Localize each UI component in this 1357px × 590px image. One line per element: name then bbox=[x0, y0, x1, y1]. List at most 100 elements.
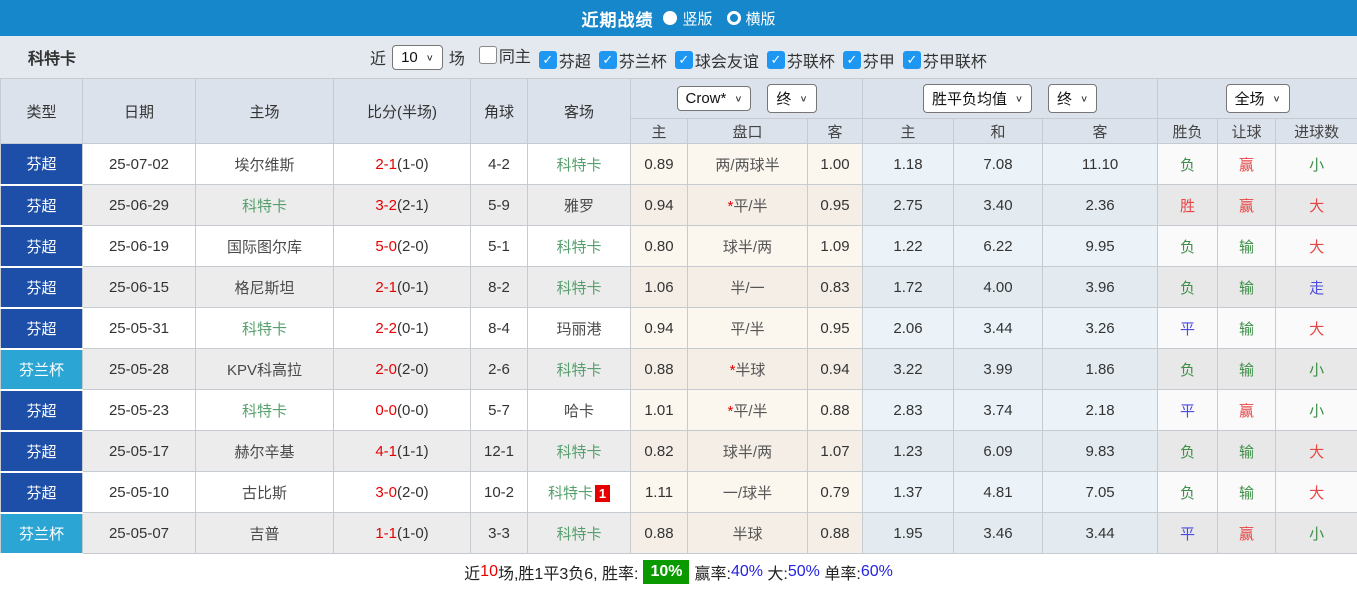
type-cell: 芬超 bbox=[1, 472, 83, 513]
win-rate-badge: 10% bbox=[643, 560, 689, 584]
subheader-avg-lose: 客 bbox=[1043, 119, 1158, 144]
home-team-name: 埃尔维斯 bbox=[234, 157, 294, 174]
wdl-avg-select[interactable]: 胜平负均值 ∨ bbox=[923, 84, 1032, 113]
checkbox-checked-icon[interactable]: ✓ bbox=[767, 51, 785, 69]
odds-home-cell: 0.82 bbox=[631, 431, 688, 472]
odds-state-select[interactable]: 终 ∨ bbox=[767, 84, 816, 113]
type-cell: 芬超 bbox=[1, 390, 83, 431]
league-checkbox-label: 芬超 bbox=[559, 48, 591, 72]
subheader-avg-win: 主 bbox=[863, 119, 954, 144]
result-handicap-text: 输 bbox=[1239, 444, 1254, 461]
odds-home-cell: 1.01 bbox=[631, 390, 688, 431]
rounds-select[interactable]: 10 ∨ bbox=[392, 45, 443, 70]
odds-away-cell: 0.88 bbox=[808, 390, 863, 431]
avg-lose-cell: 1.86 bbox=[1043, 349, 1158, 390]
top-title-bar: 近期战绩 竖版 横版 bbox=[0, 0, 1357, 36]
league-checkbox[interactable]: ✓球会友谊 bbox=[675, 48, 759, 72]
league-checkbox[interactable]: ✓芬甲联杯 bbox=[903, 48, 987, 72]
result-handicap-cell: 赢 bbox=[1218, 185, 1276, 226]
subheader-avg-draw: 和 bbox=[954, 119, 1043, 144]
handicap-cell: 球半/两 bbox=[688, 431, 808, 472]
avg-win-cell: 1.23 bbox=[863, 431, 954, 472]
radio-vertical-layout[interactable]: 竖版 bbox=[663, 8, 712, 29]
result-handicap-cell: 输 bbox=[1218, 349, 1276, 390]
avg-win-cell: 2.83 bbox=[863, 390, 954, 431]
scope-select-value: 全场 bbox=[1235, 88, 1265, 109]
away-team-cell: 哈卡 bbox=[528, 390, 631, 431]
checkbox-checked-icon[interactable]: ✓ bbox=[675, 51, 693, 69]
score-cell: 3-0(2-0) bbox=[334, 472, 471, 513]
results-table: 类型 日期 主场 比分(半场) 角球 客场 Crow* ∨ 终 ∨ bbox=[0, 78, 1357, 555]
result-goals-cell: 大 bbox=[1276, 431, 1357, 472]
league-checkbox[interactable]: ✓芬联杯 bbox=[767, 48, 835, 72]
fulltime-score: 2-2 bbox=[375, 320, 397, 337]
chevron-down-icon: ∨ bbox=[1273, 93, 1281, 103]
avg-draw-cell: 3.40 bbox=[954, 185, 1043, 226]
radio-unselected-icon[interactable] bbox=[727, 11, 741, 25]
page-title: 近期战绩 bbox=[581, 6, 653, 31]
table-row: 芬超25-06-15格尼斯坦2-1(0-1)8-2科特卡1.06半/一0.831… bbox=[1, 267, 1357, 308]
league-checkbox[interactable]: ✓芬甲 bbox=[843, 48, 895, 72]
away-team-cell: 科特卡 bbox=[528, 431, 631, 472]
radio-horizontal-layout[interactable]: 横版 bbox=[727, 8, 776, 29]
odds-away-cell: 0.79 bbox=[808, 472, 863, 513]
odds-company-select[interactable]: Crow* ∨ bbox=[677, 86, 752, 111]
radio-vertical-label: 竖版 bbox=[682, 8, 712, 29]
col-header-score: 比分(半场) bbox=[334, 79, 471, 144]
result-goals-text: 走 bbox=[1309, 280, 1324, 297]
home-team-name: 格尼斯坦 bbox=[234, 280, 294, 297]
result-wdl-text: 平 bbox=[1180, 403, 1195, 420]
result-handicap-cell: 赢 bbox=[1218, 513, 1276, 554]
avg-win-cell: 1.95 bbox=[863, 513, 954, 554]
odds-company-select-value: Crow* bbox=[686, 90, 727, 107]
league-checkbox[interactable]: ✓芬超 bbox=[539, 48, 591, 72]
handicap-cell: 半/一 bbox=[688, 267, 808, 308]
table-row: 芬兰杯25-05-28KPV科高拉2-0(2-0)2-6科特卡0.88*半球0.… bbox=[1, 349, 1357, 390]
date-cell: 25-05-28 bbox=[83, 349, 196, 390]
summary-text-segment: 60% bbox=[861, 563, 893, 581]
type-cell: 芬超 bbox=[1, 144, 83, 185]
handicap-cell: 两/两球半 bbox=[688, 144, 808, 185]
checkbox-unchecked-icon[interactable] bbox=[479, 46, 497, 64]
corners-cell: 8-2 bbox=[471, 267, 528, 308]
result-goals-cell: 小 bbox=[1276, 349, 1357, 390]
radio-selected-icon[interactable] bbox=[663, 11, 677, 25]
home-team-cell: 赫尔辛基 bbox=[196, 431, 334, 472]
result-wdl-text: 负 bbox=[1180, 280, 1195, 297]
home-team-name: 古比斯 bbox=[242, 485, 287, 502]
odds-home-cell: 0.88 bbox=[631, 513, 688, 554]
scope-select[interactable]: 全场 ∨ bbox=[1226, 84, 1290, 113]
odds-home-cell: 1.06 bbox=[631, 267, 688, 308]
result-handicap-text: 输 bbox=[1239, 362, 1254, 379]
checkbox-checked-icon[interactable]: ✓ bbox=[599, 51, 617, 69]
date-cell: 25-05-23 bbox=[83, 390, 196, 431]
subheader-result-goals: 进球数 bbox=[1276, 119, 1357, 144]
avg-win-cell: 1.22 bbox=[863, 226, 954, 267]
col-header-type: 类型 bbox=[1, 79, 83, 144]
handicap-cell: 半球 bbox=[688, 513, 808, 554]
handicap-cell: *半球 bbox=[688, 349, 808, 390]
handicap-text: 球半/两 bbox=[723, 239, 772, 256]
home-team-name: 赫尔辛基 bbox=[234, 444, 294, 461]
summary-text-segment: 单率: bbox=[820, 560, 861, 584]
halftime-score: (2-1) bbox=[397, 197, 429, 214]
handicap-text: 一/球半 bbox=[723, 485, 772, 502]
result-goals-cell: 小 bbox=[1276, 144, 1357, 185]
home-team-cell: 科特卡 bbox=[196, 390, 334, 431]
odds-away-cell: 0.94 bbox=[808, 349, 863, 390]
avg-lose-cell: 2.36 bbox=[1043, 185, 1158, 226]
subheader-odds-home: 主 bbox=[631, 119, 688, 144]
home-team-cell: 格尼斯坦 bbox=[196, 267, 334, 308]
result-handicap-text: 赢 bbox=[1239, 403, 1254, 420]
summary-text-segment: 近 bbox=[464, 560, 480, 584]
checkbox-checked-icon[interactable]: ✓ bbox=[843, 51, 861, 69]
type-cell: 芬兰杯 bbox=[1, 513, 83, 554]
summary-text-segment: 50% bbox=[788, 563, 820, 581]
checkbox-checked-icon[interactable]: ✓ bbox=[903, 51, 921, 69]
wdl-state-select[interactable]: 终 ∨ bbox=[1048, 84, 1097, 113]
home-team-name: KPV科高拉 bbox=[227, 362, 302, 379]
league-checkbox[interactable]: ✓芬兰杯 bbox=[599, 48, 667, 72]
halftime-score: (0-1) bbox=[397, 320, 429, 337]
league-checkbox[interactable]: 同主 bbox=[479, 43, 531, 67]
checkbox-checked-icon[interactable]: ✓ bbox=[539, 51, 557, 69]
